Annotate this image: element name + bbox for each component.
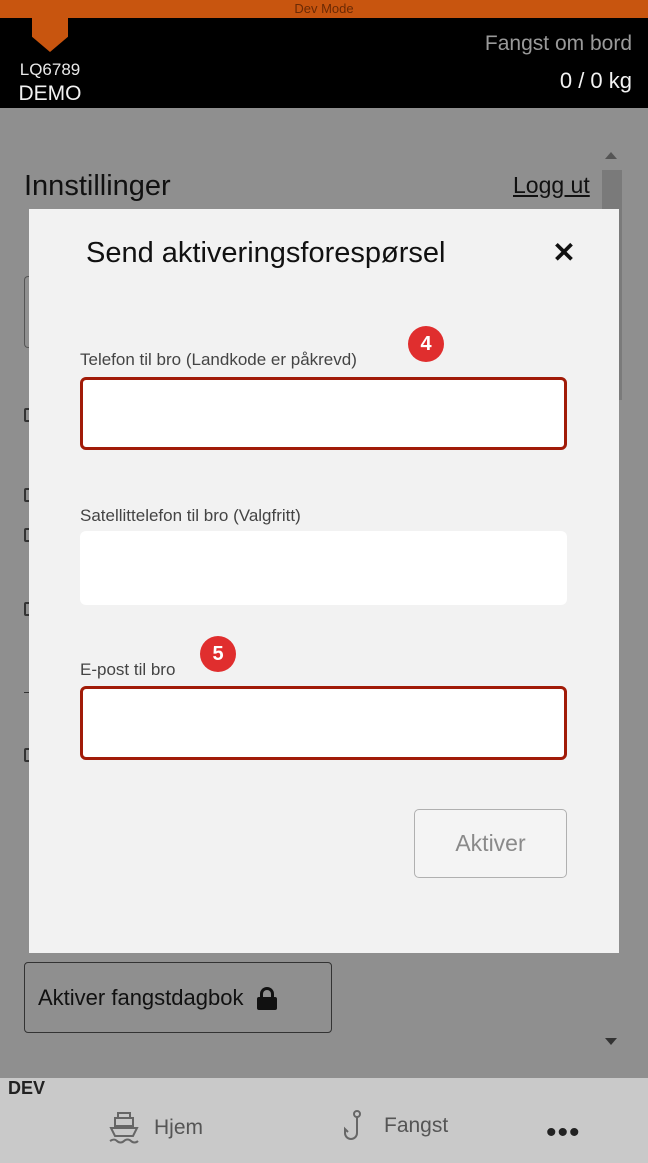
annotation-badge-5: 5 xyxy=(200,636,236,672)
dev-label: DEV xyxy=(8,1078,46,1098)
scroll-down-arrow[interactable] xyxy=(605,1038,617,1045)
vessel-name: DEMO xyxy=(18,82,82,105)
satellite-phone-label: Satellittelefon til bro (Valgfritt) xyxy=(80,506,301,525)
dev-mode-banner: Dev Mode xyxy=(0,0,648,18)
top-header: LQ6789 DEMO Fangst om bord 0 / 0 kg xyxy=(0,18,648,108)
vessel-flag-icon xyxy=(32,18,68,52)
nav-home-label: Hjem xyxy=(154,1116,204,1139)
boat-icon xyxy=(109,1112,139,1144)
annotation-badge-4: 4 xyxy=(408,326,444,362)
nav-catch[interactable]: Fangst xyxy=(342,1110,448,1142)
bridge-phone-input[interactable] xyxy=(80,377,567,450)
lock-icon xyxy=(257,986,278,1010)
dialog-title: Send aktiveringsforespørsel xyxy=(86,237,446,269)
page-title: Innstillinger xyxy=(24,170,171,202)
bottom-navigation: DEV Hjem Fangst ••• xyxy=(0,1078,648,1163)
bridge-phone-label: Telefon til bro (Landkode er påkrevd) xyxy=(80,350,357,369)
satellite-phone-input[interactable] xyxy=(80,531,567,605)
catch-onboard-label: Fangst om bord xyxy=(484,32,632,55)
activate-logbook-label: Aktiver fangstdagbok xyxy=(38,984,244,1010)
activate-button[interactable]: Aktiver xyxy=(414,809,567,878)
close-icon[interactable]: ✕ xyxy=(550,239,578,267)
nav-home[interactable]: Hjem xyxy=(108,1110,203,1146)
bridge-email-input[interactable] xyxy=(80,686,567,760)
catch-onboard-value: 0 / 0 kg xyxy=(559,68,632,93)
scroll-up-arrow[interactable] xyxy=(605,152,617,159)
more-menu-icon[interactable]: ••• xyxy=(546,1116,581,1150)
nav-catch-label: Fangst xyxy=(384,1114,449,1137)
logout-link[interactable]: Logg ut xyxy=(513,172,590,199)
hook-icon xyxy=(344,1110,361,1140)
vessel-id: LQ6789 xyxy=(19,60,81,79)
bridge-email-label: E-post til bro xyxy=(80,660,176,679)
activation-request-dialog: Send aktiveringsforespørsel ✕ Telefon ti… xyxy=(29,209,619,953)
activate-logbook-button[interactable]: Aktiver fangstdagbok xyxy=(24,962,332,1033)
